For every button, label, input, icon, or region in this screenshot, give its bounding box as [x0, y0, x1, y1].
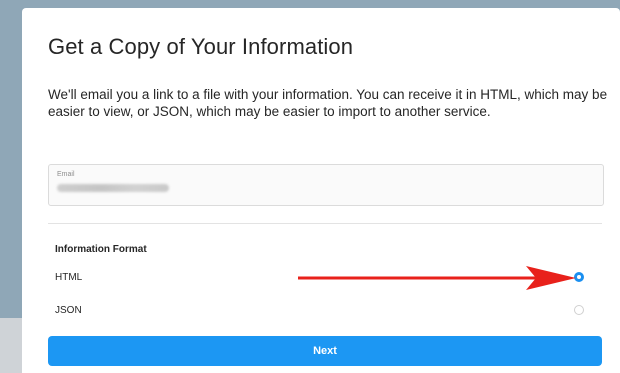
dialog-description: We'll email you a link to a file with yo…	[48, 87, 608, 119]
download-information-dialog: Get a Copy of Your Information We'll ema…	[22, 8, 620, 373]
format-option-json-radio[interactable]	[574, 305, 584, 315]
email-field[interactable]: Email	[48, 164, 604, 206]
section-divider	[48, 223, 602, 224]
email-field-value-blurred	[57, 184, 169, 192]
format-option-json-label[interactable]: JSON	[55, 305, 82, 316]
email-field-label: Email	[57, 171, 75, 178]
format-option-html-label[interactable]: HTML	[55, 272, 82, 283]
dialog-title: Get a Copy of Your Information	[48, 34, 354, 59]
red-arrow-annotation-icon	[298, 266, 576, 290]
next-button[interactable]: Next	[48, 336, 602, 366]
backdrop-left-band	[0, 0, 22, 320]
information-format-label: Information Format	[55, 244, 147, 255]
